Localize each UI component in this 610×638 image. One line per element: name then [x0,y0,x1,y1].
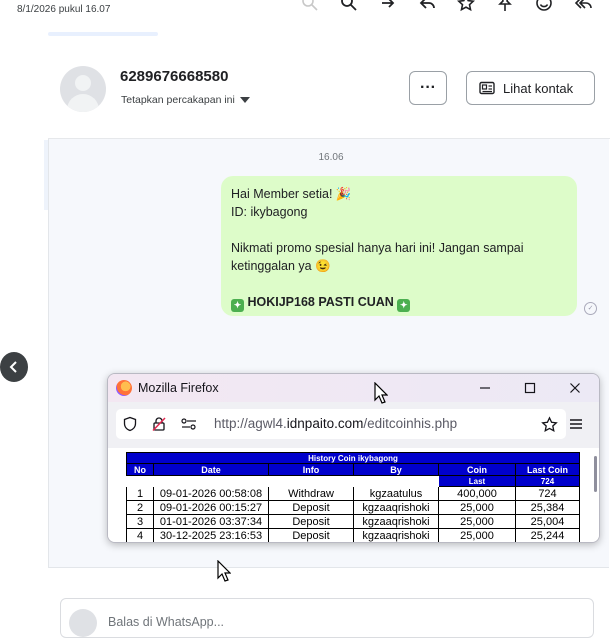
mouse-cursor-icon [217,560,231,582]
message-line: Hai Member setia! 🎉 [231,187,352,201]
promo-text: HOKIJP168 PASTI CUAN [247,295,394,309]
url-bar[interactable]: http://agwl4.idnpaito.com/editcoinhis.ph… [116,409,566,439]
shield-icon[interactable] [119,413,141,435]
cell-info: Deposit [268,514,354,529]
cell-by: kgzaaqrishoki [353,528,439,542]
forward-icon[interactable] [368,0,407,12]
contact-card-icon [479,81,495,95]
cell-no: 2 [126,500,154,515]
message-bubble: Hai Member setia! 🎉 ID: ikybagong Nikmat… [221,176,577,316]
message-toolbar [290,0,602,12]
cell-info: Withdraw [268,486,354,501]
star-icon[interactable] [446,0,485,12]
message-time: 16.06 [318,152,344,163]
close-button[interactable] [560,378,590,398]
column-header: Date [153,463,269,476]
tab-indicator [48,32,158,36]
reply-placeholder: Balas di WhatsApp... [108,615,225,629]
reply-box[interactable]: Balas di WhatsApp... [60,598,594,638]
cell-info: Deposit [268,528,354,542]
close-icon [570,383,580,393]
cell-by: kgzaaqrishoki [353,514,439,529]
cell-no: 4 [126,528,154,542]
minimize-icon [480,387,490,389]
table-row: 3 01-01-2026 03:37:34 Deposit kgzaaqrish… [126,514,580,529]
sparkle-icon: ✦ [231,299,244,312]
more-options-button[interactable]: ··· [409,71,447,105]
sub-header-blank [126,475,439,487]
firefox-window[interactable]: Mozilla Firefox http://agwl4.idnpaito.co… [107,373,600,543]
assign-conversation-dropdown[interactable]: Tetapkan percakapan ini [121,94,250,106]
view-contact-label: Lihat kontak [503,80,574,96]
url-prefix: http://agwl4. [214,416,287,431]
reply-all-icon[interactable] [563,0,602,12]
minimize-button[interactable] [470,378,500,398]
emoji-icon[interactable] [524,0,563,12]
permissions-icon[interactable] [178,413,200,435]
delivered-check-icon: ✓ [584,302,597,315]
cell-last: 25,004 [515,514,580,529]
cell-by: kgzaaqrishoki [353,500,439,515]
zoom-icon[interactable] [329,0,368,12]
cell-date: 09-01-2026 00:15:27 [153,500,269,515]
url-path: /editcoinhis.php [363,416,458,431]
url-text[interactable]: http://agwl4.idnpaito.com/editcoinhis.ph… [214,416,457,431]
firefox-titlebar[interactable]: Mozilla Firefox [108,374,599,402]
maximize-button[interactable] [515,378,545,398]
pin-icon[interactable] [485,0,524,12]
cell-date: 30-12-2025 23:16:53 [153,528,269,542]
column-header: By [353,463,439,476]
cell-date: 01-01-2026 03:37:34 [153,514,269,529]
column-header: No [126,463,154,476]
window-title: Mozilla Firefox [138,381,219,395]
cell-coin: 400,000 [438,486,516,501]
table-row: 4 30-12-2025 23:16:53 Deposit kgzaaqrish… [126,528,580,542]
search-icon[interactable] [290,0,329,12]
cell-coin: 25,000 [438,500,516,515]
message-line: Nikmati promo spesial hanya hari ini! Ja… [231,241,524,273]
firefox-logo-icon [116,380,132,396]
url-domain: idnpaito.com [286,416,364,431]
mouse-cursor-icon [374,382,388,404]
sub-header-coin: Last [438,475,516,487]
column-header: Info [268,463,354,476]
cell-by: kgzaatulus [353,486,439,501]
view-contact-button[interactable]: Lihat kontak [466,71,595,105]
contact-avatar [60,66,106,112]
cell-last: 25,384 [515,500,580,515]
cell-last: 724 [515,486,580,501]
scrollbar[interactable] [594,456,597,492]
table-caption: History Coin ikybagong [126,452,580,464]
cell-last: 25,244 [515,528,580,542]
chevron-left-icon [9,361,17,373]
cell-coin: 25,000 [438,528,516,542]
contact-phone: 6289676668580 [120,68,229,85]
cell-date: 09-01-2026 00:58:08 [153,486,269,501]
table-row: 1 09-01-2026 00:58:08 Withdraw kgzaatulu… [126,486,580,501]
message-datetime: 8/1/2026 pukul 16.07 [17,4,111,15]
cell-no: 3 [126,514,154,529]
user-avatar [69,609,97,637]
message-promo-line: ✦ HOKIJP168 PASTI CUAN ✦ [231,293,567,312]
cell-no: 1 [126,486,154,501]
insecure-lock-icon[interactable] [148,413,170,435]
message-line: ID: ikybagong [231,205,308,219]
firefox-toolbar: http://agwl4.idnpaito.com/editcoinhis.ph… [108,404,599,444]
sub-header-last: 724 [515,475,580,487]
cell-info: Deposit [268,500,354,515]
table-row: 2 09-01-2026 00:15:27 Deposit kgzaaqrish… [126,500,580,515]
caret-down-icon [239,97,250,103]
assign-label: Tetapkan percakapan ini [121,94,235,106]
cell-coin: 25,000 [438,514,516,529]
bookmark-star-icon[interactable] [538,413,560,435]
column-header: Coin [438,463,516,476]
reply-icon[interactable] [407,0,446,12]
maximize-icon [524,382,536,394]
sparkle-icon: ✦ [397,299,411,312]
page-content: History Coin ikybagong No Date Info By C… [108,448,599,542]
previous-arrow-button[interactable] [0,352,28,382]
coin-history-table: History Coin ikybagong No Date Info By C… [126,452,580,542]
column-header: Last Coin [515,463,580,476]
hamburger-menu-icon[interactable] [568,416,584,432]
